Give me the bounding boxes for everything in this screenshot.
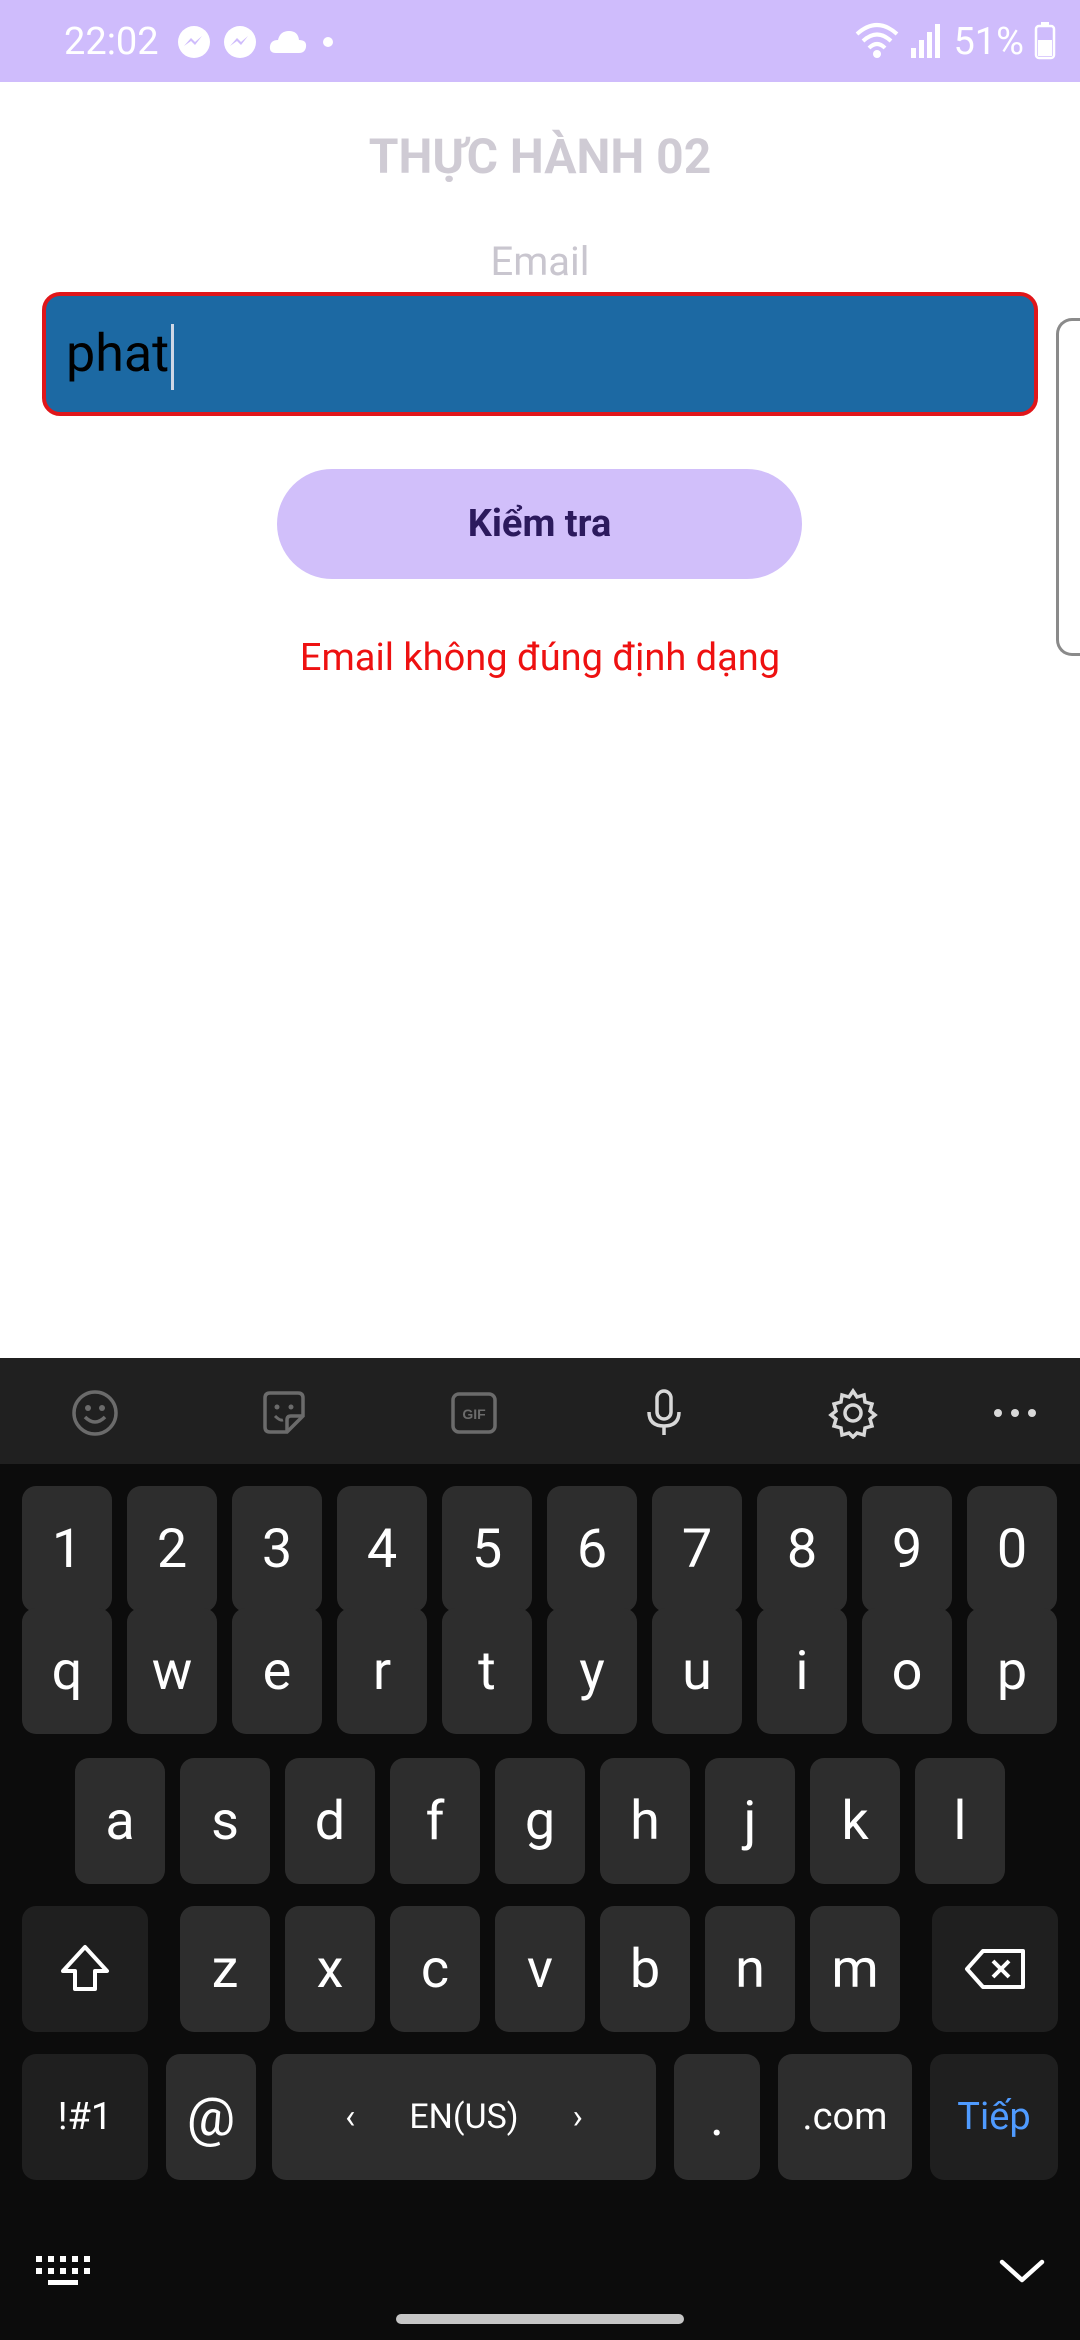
home-indicator[interactable] <box>396 2314 684 2324</box>
key-k[interactable]: k <box>810 1758 900 1884</box>
key-8[interactable]: 8 <box>757 1486 847 1612</box>
key-s[interactable]: s <box>180 1758 270 1884</box>
language-left-arrow: ‹ <box>345 2097 356 2137</box>
battery-icon <box>1034 20 1056 64</box>
dotcom-key[interactable]: .com <box>778 2054 912 2180</box>
language-label: EN(US) <box>409 2097 519 2137</box>
email-input-value: phat <box>66 323 170 384</box>
key-f[interactable]: f <box>390 1758 480 1884</box>
key-j[interactable]: j <box>705 1758 795 1884</box>
email-input[interactable]: phat <box>42 292 1038 416</box>
key-t[interactable]: t <box>442 1608 532 1734</box>
key-w[interactable]: w <box>127 1608 217 1734</box>
key-v[interactable]: v <box>495 1906 585 2032</box>
key-g[interactable]: g <box>495 1758 585 1884</box>
key-4[interactable]: 4 <box>337 1486 427 1612</box>
key-q[interactable]: q <box>22 1608 112 1734</box>
key-6[interactable]: 6 <box>547 1486 637 1612</box>
key-a[interactable]: a <box>75 1758 165 1884</box>
key-d[interactable]: d <box>285 1758 375 1884</box>
key-z[interactable]: z <box>180 1906 270 2032</box>
key-p[interactable]: p <box>967 1608 1057 1734</box>
microphone-icon[interactable] <box>637 1386 691 1440</box>
keyboard-toolbar: GIF <box>0 1358 1080 1464</box>
key-r[interactable]: r <box>337 1608 427 1734</box>
key-5[interactable]: 5 <box>442 1486 532 1612</box>
dot-icon <box>318 32 338 56</box>
next-action-key[interactable]: Tiếp <box>930 2054 1058 2180</box>
key-x[interactable]: x <box>285 1906 375 2032</box>
key-b[interactable]: b <box>600 1906 690 2032</box>
key-y[interactable]: y <box>547 1608 637 1734</box>
signal-icon <box>909 20 943 64</box>
key-7[interactable]: 7 <box>652 1486 742 1612</box>
key-h[interactable]: h <box>600 1758 690 1884</box>
space-key[interactable]: ‹ EN(US) › <box>272 2054 656 2180</box>
status-bar: 22:02 51% <box>0 0 1080 82</box>
key-0[interactable]: 0 <box>967 1486 1057 1612</box>
key-u[interactable]: u <box>652 1608 742 1734</box>
symbols-key[interactable]: !#1 <box>22 2054 148 2180</box>
sticker-icon[interactable] <box>257 1386 311 1440</box>
settings-gear-icon[interactable] <box>826 1386 880 1440</box>
key-1[interactable]: 1 <box>22 1486 112 1612</box>
at-key[interactable]: @ <box>166 2054 256 2180</box>
key-e[interactable]: e <box>232 1608 322 1734</box>
key-c[interactable]: c <box>390 1906 480 2032</box>
key-i[interactable]: i <box>757 1608 847 1734</box>
gif-icon[interactable]: GIF <box>447 1386 501 1440</box>
emoji-icon[interactable] <box>68 1386 122 1440</box>
key-3[interactable]: 3 <box>232 1486 322 1612</box>
page-title: THỰC HÀNH 02 <box>368 128 712 185</box>
backspace-key[interactable] <box>932 1906 1058 2032</box>
check-button[interactable]: Kiểm tra <box>277 469 802 579</box>
key-l[interactable]: l <box>915 1758 1005 1884</box>
key-m[interactable]: m <box>810 1906 900 2032</box>
messenger-icon <box>222 24 258 64</box>
key-9[interactable]: 9 <box>862 1486 952 1612</box>
soft-keyboard: GIF 1 2 3 4 5 6 7 8 9 0 q w e r t y u i … <box>0 1358 1080 2340</box>
battery-percent: 51% <box>953 20 1024 64</box>
key-o[interactable]: o <box>862 1608 952 1734</box>
more-options-icon[interactable] <box>988 1386 1042 1440</box>
wifi-icon <box>855 20 899 64</box>
status-time: 22:02 <box>64 20 159 64</box>
email-label: Email <box>490 238 590 285</box>
language-right-arrow: › <box>572 2097 583 2137</box>
notification-icons <box>176 24 338 64</box>
keyboard-switch-icon[interactable] <box>34 2252 90 2292</box>
error-message: Email không đúng định dạng <box>299 636 781 680</box>
text-cursor <box>171 324 175 391</box>
system-icons: 51% <box>855 18 1056 66</box>
edge-panel-handle[interactable] <box>1056 318 1080 656</box>
key-n[interactable]: n <box>705 1906 795 2032</box>
shift-key[interactable] <box>22 1906 148 2032</box>
shift-icon <box>61 1945 109 1991</box>
backspace-icon <box>965 1949 1025 1989</box>
period-key[interactable]: . <box>674 2054 760 2180</box>
messenger-icon <box>176 24 212 64</box>
cloud-icon <box>268 27 308 61</box>
hide-keyboard-chevron-icon[interactable] <box>998 2256 1046 2290</box>
svg-text:GIF: GIF <box>462 1406 486 1422</box>
key-2[interactable]: 2 <box>127 1486 217 1612</box>
